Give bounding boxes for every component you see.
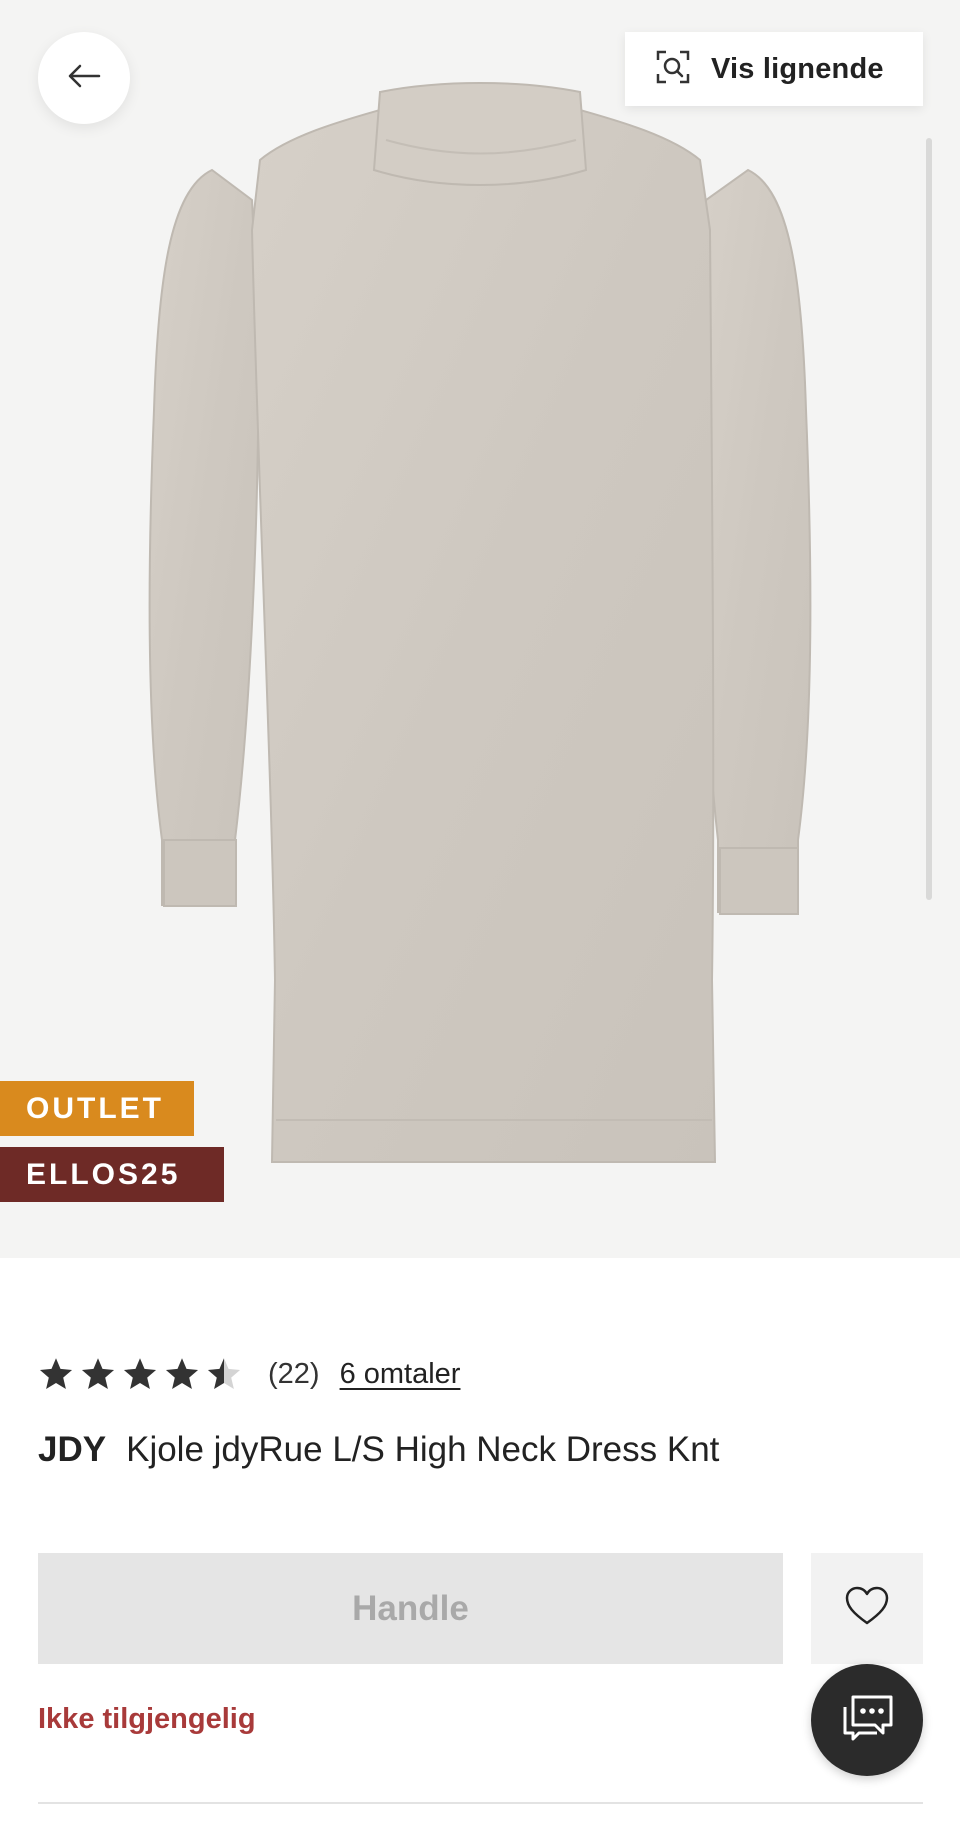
visual-search-icon	[655, 49, 691, 90]
availability-status: Ikke tilgjengelig	[38, 1703, 256, 1735]
rating-count: (22)	[268, 1357, 320, 1390]
show-similar-button[interactable]: Vis lignende	[625, 32, 923, 106]
chat-icon	[839, 1693, 895, 1748]
reviews-link[interactable]: 6 omtaler	[340, 1358, 461, 1391]
show-similar-label: Vis lignende	[711, 52, 884, 85]
product-image	[140, 80, 820, 1180]
arrow-left-icon	[67, 64, 101, 93]
section-divider	[38, 1802, 923, 1804]
star-full-icon	[39, 1358, 73, 1389]
product-image-area[interactable]: Vis lignende OUTLET ELLOS25	[0, 0, 960, 1258]
outlet-badge: OUTLET	[0, 1081, 194, 1136]
image-scrollbar[interactable]	[926, 138, 932, 900]
product-title: JDY Kjole jdyRue L/S High Neck Dress Knt	[38, 1425, 719, 1475]
heart-icon	[845, 1586, 889, 1631]
product-name: Kjole jdyRue L/S High Neck Dress Knt	[126, 1430, 720, 1469]
favorite-button[interactable]	[811, 1553, 923, 1664]
discount-code-badge: ELLOS25	[0, 1147, 224, 1202]
back-button[interactable]	[38, 32, 130, 124]
star-full-icon	[165, 1358, 199, 1389]
rating-stars	[38, 1356, 242, 1392]
star-full-icon	[81, 1358, 115, 1389]
product-rating: (22) 6 omtaler	[38, 1350, 460, 1398]
star-full-icon	[123, 1358, 157, 1389]
chat-button[interactable]	[811, 1664, 923, 1776]
buy-button[interactable]: Handle	[38, 1553, 783, 1664]
star-half-icon	[207, 1358, 241, 1389]
brand-name: JDY	[38, 1430, 107, 1469]
